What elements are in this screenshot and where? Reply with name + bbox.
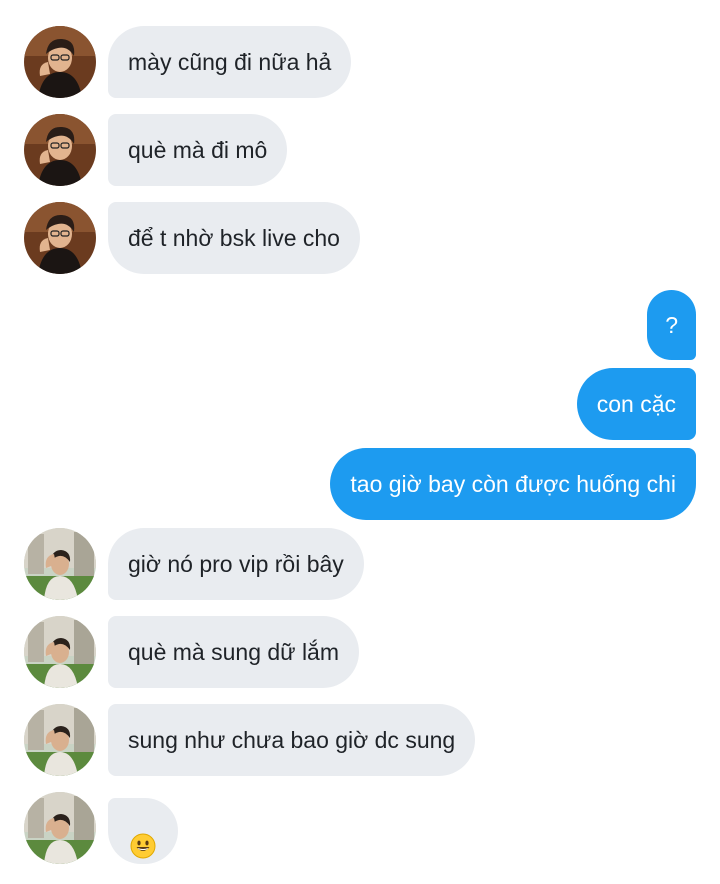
incoming-message-bubble[interactable]: để t nhờ bsk live cho bbox=[108, 202, 360, 274]
avatar[interactable] bbox=[24, 704, 96, 776]
grinning-face-emoji-icon bbox=[130, 818, 156, 859]
message-row: sung như chưa bao giờ dc sung bbox=[0, 704, 720, 776]
message-row: giờ nó pro vip rồi bây bbox=[0, 528, 720, 600]
message-row: què mà đi mô bbox=[0, 114, 720, 186]
avatar[interactable] bbox=[24, 202, 96, 274]
avatar[interactable] bbox=[24, 114, 96, 186]
message-row: tao giờ bay còn được huống chi bbox=[0, 448, 720, 520]
avatar[interactable] bbox=[24, 792, 96, 864]
incoming-message-bubble[interactable]: què mà đi mô bbox=[108, 114, 288, 186]
message-row: ? bbox=[0, 290, 720, 360]
incoming-message-bubble[interactable]: què mà sung dữ lắm bbox=[108, 616, 360, 688]
avatar[interactable] bbox=[24, 528, 96, 600]
outgoing-message-bubble[interactable]: ? bbox=[647, 290, 696, 360]
emoji-message-bubble[interactable] bbox=[108, 798, 178, 864]
avatar[interactable] bbox=[24, 616, 96, 688]
incoming-message-bubble[interactable]: giờ nó pro vip rồi bây bbox=[108, 528, 364, 600]
message-row: què mà sung dữ lắm bbox=[0, 616, 720, 688]
outgoing-message-bubble[interactable]: con cặc bbox=[576, 368, 696, 440]
chat-thread: mày cũng đi nữa hả què mà đi mô để t nhờ… bbox=[0, 0, 720, 869]
message-row: mày cũng đi nữa hả bbox=[0, 26, 720, 98]
avatar[interactable] bbox=[24, 26, 96, 98]
incoming-message-bubble[interactable]: mày cũng đi nữa hả bbox=[108, 26, 352, 98]
message-row bbox=[0, 792, 720, 864]
incoming-message-bubble[interactable]: sung như chưa bao giờ dc sung bbox=[108, 704, 476, 776]
outgoing-message-bubble[interactable]: tao giờ bay còn được huống chi bbox=[330, 448, 696, 520]
message-row: để t nhờ bsk live cho bbox=[0, 202, 720, 274]
message-row: con cặc bbox=[0, 368, 720, 440]
